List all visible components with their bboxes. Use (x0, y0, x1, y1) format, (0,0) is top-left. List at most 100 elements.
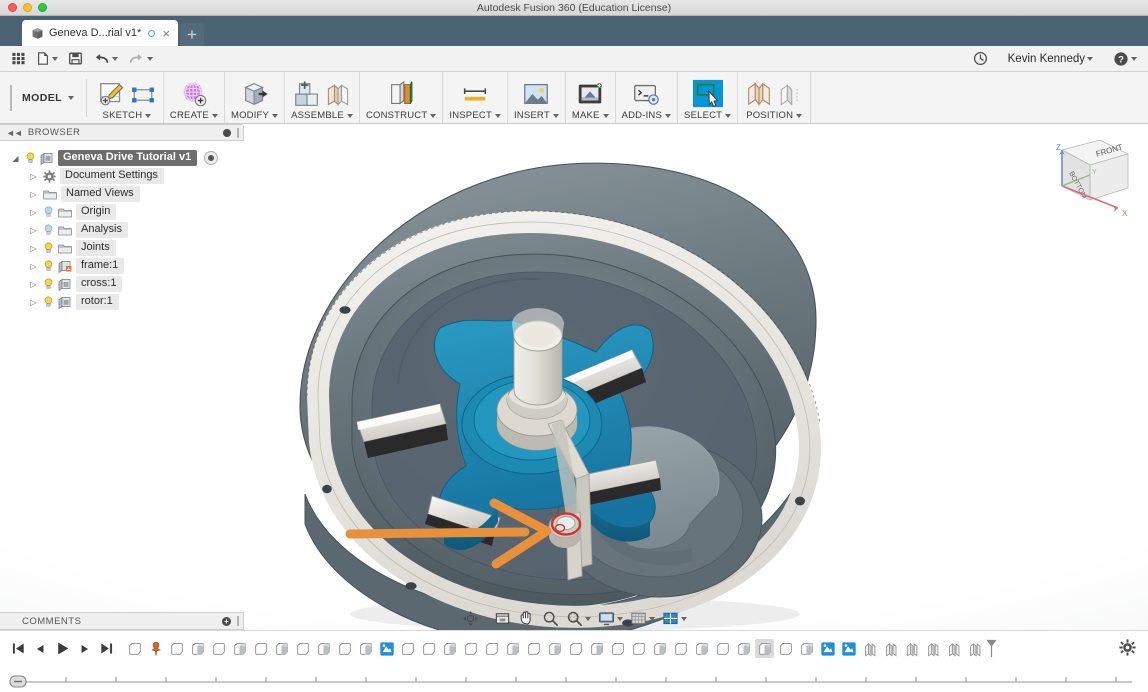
joint-icon[interactable] (324, 81, 352, 109)
extrude-feature[interactable] (209, 639, 228, 658)
expand-arrow-icon[interactable]: ▷ (28, 244, 39, 253)
extrude-feature[interactable] (398, 639, 417, 658)
panel-dot-icon[interactable] (223, 129, 231, 137)
joint-feature[interactable] (965, 639, 984, 658)
workspace-dropdown[interactable]: MODEL (22, 79, 87, 117)
fit-tool-button[interactable] (564, 609, 593, 628)
measure-icon[interactable] (460, 79, 490, 109)
look-at-tool-button[interactable] (492, 609, 513, 628)
user-account-menu[interactable]: Kevin Kennedy (1003, 48, 1098, 70)
rectangle-icon[interactable] (129, 81, 157, 109)
expand-arrow-icon[interactable]: ▷ (28, 226, 39, 235)
visibility-bulb-icon[interactable] (43, 242, 54, 254)
visibility-bulb-icon[interactable] (43, 278, 54, 290)
grid-snaps-button[interactable] (628, 609, 657, 628)
close-icon[interactable]: × (162, 27, 170, 40)
component-feature[interactable] (377, 639, 396, 658)
insert-image-icon[interactable] (521, 79, 551, 109)
panel-label[interactable]: MAKE (572, 110, 609, 123)
panel-label[interactable]: CONSTRUCT (366, 110, 436, 123)
panel-label[interactable]: INSERT (514, 110, 559, 123)
extrude-feature[interactable] (608, 639, 627, 658)
extrude-feature[interactable] (419, 639, 438, 658)
extrude-feature[interactable] (272, 639, 291, 658)
joint-feature[interactable] (923, 639, 942, 658)
timeline-features[interactable] (125, 639, 984, 658)
undo-button[interactable] (88, 48, 123, 70)
joint-feature[interactable] (881, 639, 900, 658)
offset-plane-icon[interactable] (386, 79, 416, 109)
extrude-feature[interactable] (356, 639, 375, 658)
joint-feature[interactable] (902, 639, 921, 658)
display-settings-button[interactable] (596, 609, 625, 628)
tree-node-named-views[interactable]: ▷ Named Views (0, 185, 244, 203)
3d-print-icon[interactable] (575, 79, 605, 109)
pan-tool-button[interactable] (516, 609, 537, 628)
extrude-feature[interactable] (230, 639, 249, 658)
press-pull-icon[interactable] (240, 79, 270, 109)
extrude-feature[interactable] (713, 639, 732, 658)
help-menu-button[interactable]: ? (1108, 48, 1142, 70)
expand-arrow-icon[interactable]: ▷ (28, 190, 39, 199)
collapse-left-icon[interactable]: ◄◄ (6, 128, 22, 138)
extrude-feature[interactable] (566, 639, 585, 658)
skip-start-icon[interactable] (12, 642, 25, 655)
new-component-icon[interactable] (292, 79, 322, 109)
extrude-feature[interactable] (461, 639, 480, 658)
panel-label[interactable]: INSPECT (449, 110, 501, 123)
tree-node-frame[interactable]: ▷ frame:1 (0, 257, 244, 275)
extrude-feature[interactable] (734, 639, 753, 658)
extrude-feature[interactable] (545, 639, 564, 658)
extrude-feature[interactable] (587, 639, 606, 658)
timeline-end-marker[interactable] (985, 639, 998, 658)
create-mesh-icon[interactable] (179, 79, 209, 109)
extrude-feature[interactable] (125, 639, 144, 658)
align-icon[interactable] (744, 79, 774, 109)
zoom-tool-button[interactable] (540, 609, 561, 628)
expand-arrow-icon[interactable]: ▷ (28, 280, 39, 289)
tree-node-joints[interactable]: ▷ Joints (0, 239, 244, 257)
file-menu-button[interactable] (31, 48, 63, 70)
extrude-feature[interactable] (776, 639, 795, 658)
orbit-tool-button[interactable] (460, 609, 489, 628)
view-cube[interactable]: FRONT BOTTOM Z X Y (1032, 128, 1140, 224)
expand-arrow-icon[interactable]: ◢ (10, 154, 21, 163)
step-forward-icon[interactable] (79, 643, 91, 655)
select-cursor-icon[interactable] (693, 79, 723, 109)
expand-arrow-icon[interactable]: ▷ (28, 262, 39, 271)
joint-feature[interactable] (860, 639, 879, 658)
driving-pin-roller[interactable] (549, 514, 581, 549)
save-button[interactable] (63, 48, 88, 70)
create-sketch-icon[interactable] (97, 79, 127, 109)
extrude-feature[interactable] (188, 639, 207, 658)
extrude-feature[interactable] (650, 639, 669, 658)
expand-arrow-icon[interactable]: ▷ (28, 172, 39, 181)
step-back-icon[interactable] (34, 643, 46, 655)
panel-label[interactable]: ASSEMBLE (291, 110, 353, 123)
extrude-feature[interactable] (440, 639, 459, 658)
extrude-feature[interactable] (167, 639, 186, 658)
3d-canvas[interactable]: FRONT BOTTOM Z X Y ◄◄ BROW (0, 124, 1148, 630)
visibility-bulb-icon[interactable] (43, 206, 54, 218)
extrude-feature[interactable] (671, 639, 690, 658)
panel-label[interactable]: ADD-INS (622, 110, 671, 123)
expand-arrow-icon[interactable]: ▷ (28, 208, 39, 217)
play-icon[interactable] (55, 641, 70, 656)
panel-label[interactable]: MODIFY (231, 110, 278, 123)
tree-node-cross[interactable]: ▷ cross:1 (0, 275, 244, 293)
main-viewport[interactable]: FRONT BOTTOM Z X Y ◄◄ BROW (0, 124, 1148, 630)
visibility-bulb-icon[interactable] (43, 224, 54, 236)
panel-label[interactable]: SELECT (684, 110, 731, 123)
panel-label[interactable]: SKETCH (103, 110, 152, 123)
redo-button[interactable] (123, 48, 158, 70)
panel-label[interactable]: POSITION (746, 110, 802, 123)
visibility-bulb-icon[interactable] (43, 296, 54, 308)
new-tab-button[interactable]: + (180, 23, 204, 46)
extrude-feature[interactable] (314, 639, 333, 658)
timeline-settings-gear-icon[interactable] (1119, 639, 1136, 656)
tree-node-rotor[interactable]: ▷ rotor:1 (0, 293, 244, 311)
extrude-feature[interactable] (482, 639, 501, 658)
extrude-feature[interactable] (629, 639, 648, 658)
tree-node-origin[interactable]: ▷ Origin (0, 203, 244, 221)
show-data-panel-button[interactable] (6, 48, 31, 70)
